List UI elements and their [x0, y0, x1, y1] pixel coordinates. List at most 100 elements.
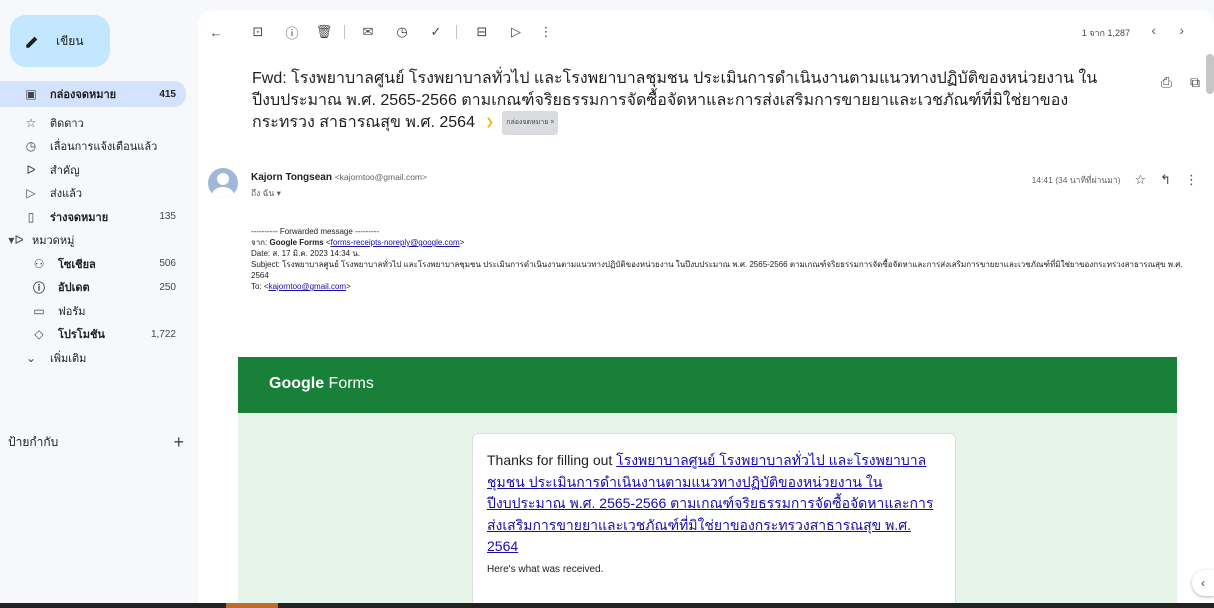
snooze-icon[interactable]: ◷	[394, 24, 410, 40]
sender-name[interactable]: Kajorn Tongsean	[251, 172, 332, 183]
send-icon: ▷	[26, 186, 36, 201]
sender-line: Kajorn Tongsean <kajorntoo@gmail.com>	[251, 172, 427, 183]
sidebar-item-label: สำคัญ	[50, 164, 80, 177]
google-forms-card: Google Forms Thanks for filling out โรงพ…	[238, 357, 1177, 608]
sidebar-item-count: 506	[159, 258, 176, 270]
sidebar-item-label: ร่างจดหมาย	[50, 211, 109, 224]
important-icon: ᐅ	[26, 162, 36, 177]
more-vert-icon[interactable]: ⋮	[538, 24, 554, 40]
pager-text: 1 จาก 1,287	[1081, 28, 1130, 38]
add-task-icon[interactable]: ✓	[428, 24, 444, 40]
forwarded-from: จาก: Google Forms <forms-receipts-norepl…	[251, 238, 465, 247]
inbox-icon: ▣	[25, 87, 37, 101]
mark-unread-icon[interactable]: ✉	[360, 24, 376, 40]
sidebar-item-label: เพิ่มเติม	[50, 352, 87, 365]
avatar-head	[217, 173, 229, 185]
forwarded-subject: Subject: โรงพยาบาลศูนย์ โรงพยาบาลทั่วไป …	[251, 260, 1183, 280]
sidebar-item-count: 250	[159, 281, 176, 293]
scrollbar-thumb[interactable]	[1206, 54, 1214, 94]
message-meta: 14:41 (34 นาทีที่ผ่านมา) ☆ ↰ ⋮	[1032, 172, 1198, 188]
forwarded-header: ---------- Forwarded message ---------	[251, 227, 379, 236]
back-arrow-icon[interactable]: ←	[208, 24, 224, 40]
older-chevron-icon[interactable]: ›	[1179, 22, 1184, 38]
taskbar-active-segment	[226, 603, 278, 608]
move-to-icon[interactable]: ⊟	[474, 24, 490, 40]
important-marker-icon[interactable]: ❯	[485, 112, 493, 134]
report-spam-icon[interactable]: ⓘ	[284, 24, 300, 41]
add-label-button[interactable]: +	[173, 432, 184, 453]
labels-section: ป้ายกำกับ +	[8, 432, 184, 453]
subject-actions: ⎙ ⧉	[1161, 74, 1200, 91]
star-icon: ☆	[25, 115, 37, 130]
sidebar-item-sent[interactable]: ▷ ส่งแล้ว	[0, 182, 186, 206]
side-panel-toggle-icon[interactable]: ‹	[1192, 570, 1214, 596]
draft-icon: ▯	[27, 209, 35, 224]
recipient-dropdown[interactable]: ถึง ฉัน ▾	[251, 186, 281, 200]
sidebar-item-label: โซเชียล	[58, 258, 96, 271]
sidebar-item-count: 135	[159, 211, 176, 223]
sidebar-item-more[interactable]: ⌄ เพิ่มเติม	[0, 346, 186, 370]
google-forms-header: Google Forms	[238, 357, 1177, 413]
avatar[interactable]	[208, 168, 238, 198]
trash-icon[interactable]: 🗑	[316, 24, 333, 40]
forwarded-date: Date: ส. 17 มิ.ค. 2023 14:34 น.	[251, 249, 361, 258]
chevron-down-icon: ⌄	[25, 350, 37, 365]
reply-icon[interactable]: ↰	[1160, 172, 1171, 188]
forwarded-block: ---------- Forwarded message --------- จ…	[251, 226, 1201, 292]
inbox-label-chip[interactable]: กล่องจดหมาย ×	[502, 111, 559, 135]
sidebar-item-label: หมวดหมู่	[32, 235, 75, 248]
sidebar-item-promotions[interactable]: ◇ โปรโมชัน 1,722	[0, 323, 186, 347]
print-icon[interactable]: ⎙	[1161, 74, 1172, 91]
sidebar-item-inbox[interactable]: ▣ กล่องจดหมาย 415	[0, 81, 186, 107]
google-forms-brand-bold: Google	[269, 375, 325, 392]
star-icon[interactable]: ☆	[1134, 172, 1146, 188]
sidebar-item-categories[interactable]: ▾ᐅ หมวดหมู่	[0, 229, 186, 253]
labels-heading: ป้ายกำกับ	[8, 435, 59, 449]
gmail-app: เขียน ▣ กล่องจดหมาย 415 ☆ ติดดาว ◷ เลื่อ…	[0, 0, 1214, 608]
newer-chevron-icon[interactable]: ‹	[1151, 22, 1156, 38]
clock-icon: ◷	[25, 139, 37, 154]
email-subject: Fwd: โรงพยาบาลศูนย์ โรงพยาบาลทั่วไป และโ…	[252, 68, 1112, 135]
sidebar-item-label: เลื่อนการแจ้งเตือนแล้ว	[50, 141, 158, 154]
pencil-icon	[26, 36, 38, 48]
sidebar-nav: ▣ กล่องจดหมาย 415 ☆ ติดดาว ◷ เลื่อนการแจ…	[0, 81, 196, 370]
message-view: ← ⊡ ⓘ 🗑 ✉ ◷ ✓ ⊟ ▷ ⋮ 1 จาก 1,287 ‹ › Fwd:…	[198, 10, 1214, 608]
sidebar-item-starred[interactable]: ☆ ติดดาว	[0, 111, 186, 135]
forum-icon: ▭	[33, 303, 45, 318]
message-time: 14:41 (34 นาทีที่ผ่านมา)	[1031, 175, 1121, 185]
subject-text: Fwd: โรงพยาบาลศูนย์ โรงพยาบาลทั่วไป และโ…	[252, 70, 1098, 131]
sidebar-item-drafts[interactable]: ▯ ร่างจดหมาย 135	[0, 205, 186, 229]
thanks-text: Thanks for filling out โรงพยาบาลศูนย์ โร…	[487, 450, 941, 558]
people-icon: ⚇	[33, 256, 45, 271]
sender-email: <kajorntoo@gmail.com>	[334, 172, 427, 182]
sidebar-item-forums[interactable]: ▭ ฟอรัม	[0, 299, 186, 323]
from-name: Google Forms	[269, 238, 324, 247]
chevron-down-label-icon: ▾ᐅ	[8, 233, 24, 248]
sidebar-item-important[interactable]: ᐅ สำคัญ	[0, 158, 186, 182]
sidebar-item-updates[interactable]: ⓘ อัปเดต 250	[0, 276, 186, 300]
avatar-body	[212, 187, 234, 198]
tag-icon: ◇	[34, 327, 44, 342]
toolbar-divider	[344, 25, 345, 39]
sidebar-item-social[interactable]: ⚇ โซเชียล 506	[0, 252, 186, 276]
compose-button[interactable]: เขียน	[10, 15, 110, 67]
forms-receipt-box: Thanks for filling out โรงพยาบาลศูนย์ โร…	[472, 433, 956, 608]
archive-icon[interactable]: ⊡	[250, 24, 266, 40]
to-email-link[interactable]: kajorntoo@gmail.com	[269, 282, 346, 291]
sidebar-item-label: ฟอรัม	[58, 305, 86, 318]
received-text: Here's what was received.	[487, 563, 604, 575]
to-prefix: To:	[251, 282, 264, 291]
taskbar-strip	[0, 603, 1214, 608]
sidebar: เขียน ▣ กล่องจดหมาย 415 ☆ ติดดาว ◷ เลื่อ…	[0, 0, 196, 608]
open-new-window-icon[interactable]: ⧉	[1190, 74, 1200, 91]
label-icon[interactable]: ▷	[508, 24, 524, 40]
info-icon: ⓘ	[32, 280, 45, 295]
from-prefix: จาก:	[251, 238, 270, 247]
sidebar-item-label: ติดดาว	[50, 117, 84, 130]
forwarded-to: To: <kajorntoo@gmail.com>	[251, 282, 351, 291]
sidebar-item-snoozed[interactable]: ◷ เลื่อนการแจ้งเตือนแล้ว	[0, 135, 186, 159]
sidebar-item-count: 415	[159, 88, 176, 100]
from-email-link[interactable]: forms-receipts-noreply@google.com	[331, 238, 460, 247]
more-vert-icon[interactable]: ⋮	[1185, 172, 1198, 188]
sidebar-item-count: 1,722	[150, 328, 176, 340]
